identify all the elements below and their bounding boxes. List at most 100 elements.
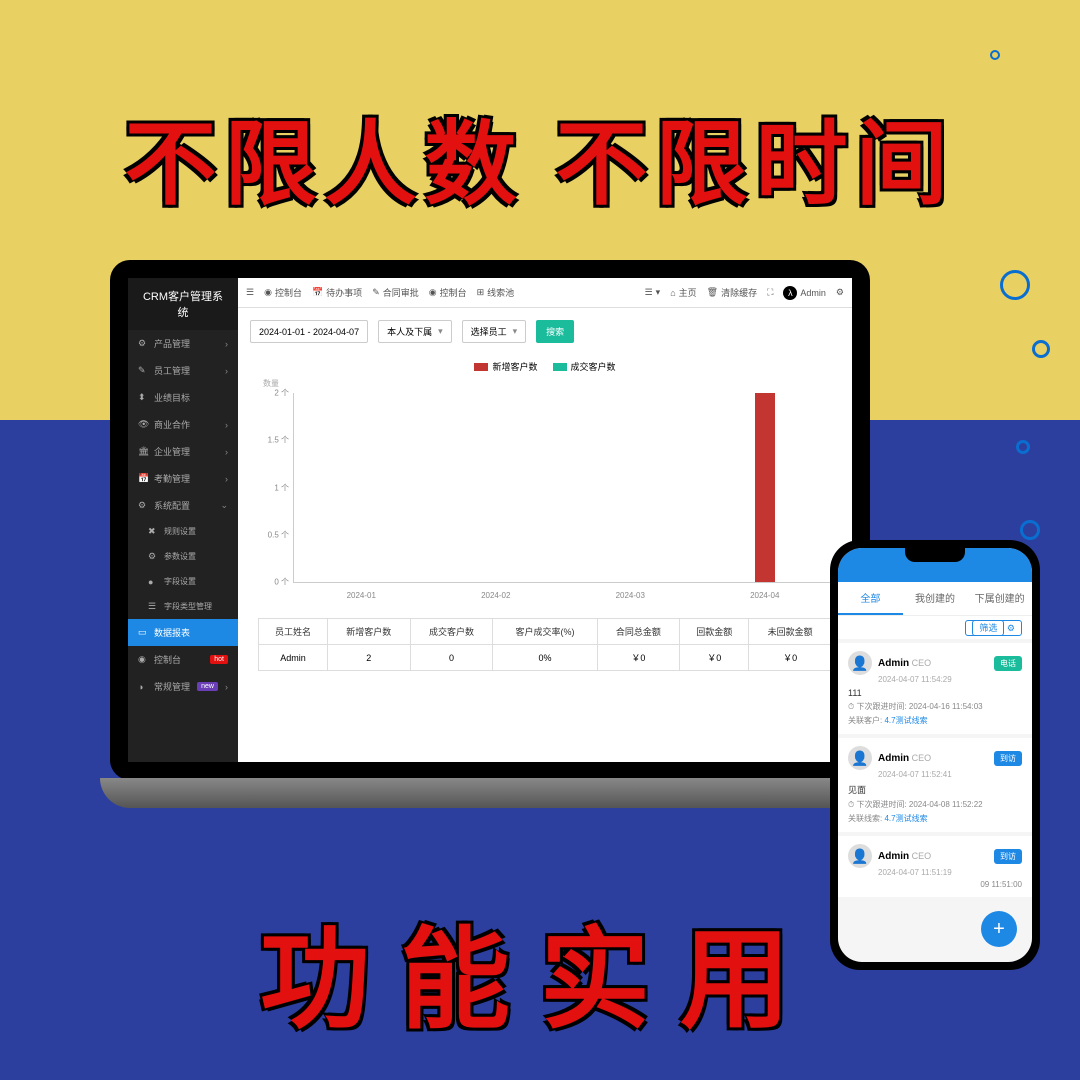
topbar-icon: 🗑 bbox=[707, 287, 718, 298]
chevron-icon: › bbox=[225, 420, 228, 430]
chevron-icon: ⌄ bbox=[220, 500, 228, 511]
decorative-circle bbox=[1016, 440, 1030, 454]
sidebar-label: 商业合作 bbox=[154, 418, 190, 431]
topbar-item[interactable]: ✎合同审批 bbox=[372, 286, 419, 299]
phone-tabs: 全部我创建的下属创建的 bbox=[838, 582, 1032, 616]
menu-icon: 👁 bbox=[138, 419, 148, 430]
status-tag: 到访 bbox=[994, 751, 1022, 766]
menu-icon: ◑ bbox=[138, 682, 148, 692]
topbar-icon: ⛶ bbox=[767, 287, 773, 298]
chart-bar bbox=[755, 393, 775, 582]
badge: hot bbox=[210, 655, 228, 664]
sidebar-item[interactable]: ⚙产品管理› bbox=[128, 330, 238, 357]
sidebar-item[interactable]: ⬍业绩目标 bbox=[128, 384, 238, 411]
avatar: 👤 bbox=[848, 746, 872, 770]
avatar: 👤 bbox=[848, 651, 872, 675]
sidebar-item[interactable]: 📅 考勤管理 › bbox=[128, 465, 238, 492]
sidebar-label: 字段类型管理 bbox=[164, 601, 212, 612]
topbar-item[interactable]: ⛶ bbox=[767, 287, 773, 298]
decorative-circle bbox=[1000, 270, 1030, 300]
topbar-item[interactable]: ◉控制台 bbox=[429, 286, 467, 299]
topbar-icon: ⌂ bbox=[670, 288, 675, 298]
sidebar-item[interactable]: ◉控制台hot bbox=[128, 646, 238, 673]
sidebar-item[interactable]: ⚙系统配置⌄ bbox=[128, 492, 238, 519]
sidebar-label: 数据报表 bbox=[154, 626, 190, 639]
data-table: 员工姓名新增客户数成交客户数客户成交率(%)合同总金额回款金额未回款金额 Adm… bbox=[258, 618, 832, 671]
add-button[interactable]: + bbox=[981, 911, 1017, 947]
headline-top: 不限人数 不限时间 bbox=[0, 90, 1080, 223]
sidebar-label: 控制台 bbox=[154, 653, 181, 666]
sidebar-label: 字段设置 bbox=[164, 576, 196, 587]
topbar-icon: ✎ bbox=[372, 287, 380, 298]
employee-select[interactable]: 选择员工▾ bbox=[462, 320, 527, 343]
sidebar-item[interactable]: 🏛企业管理› bbox=[128, 438, 238, 465]
sidebar-item[interactable]: ✖ 规则设置 bbox=[128, 519, 238, 544]
sidebar-item[interactable]: ◑ 常规管理 new › bbox=[128, 673, 238, 700]
phone-frame: 全部我创建的下属创建的 筛选 ⚙ 👤Admin CEO电话 2024-04-07… bbox=[830, 540, 1040, 970]
sidebar-item[interactable]: ✎员工管理› bbox=[128, 357, 238, 384]
chevron-icon: › bbox=[225, 447, 228, 457]
status-tag: 电话 bbox=[994, 656, 1022, 671]
menu-icon: ▭ bbox=[138, 627, 148, 638]
sidebar-label: 系统配置 bbox=[154, 499, 190, 512]
chevron-icon: › bbox=[225, 366, 228, 376]
sidebar-label: 规则设置 bbox=[164, 526, 196, 537]
table-row: Admin200%￥0￥0￥0 bbox=[259, 645, 832, 671]
sidebar-item[interactable]: 👁 商业合作 › bbox=[128, 411, 238, 438]
sidebar-label: 常规管理 bbox=[154, 680, 190, 693]
search-button[interactable]: 搜索 bbox=[536, 320, 574, 343]
decorative-circle bbox=[1032, 340, 1050, 358]
sidebar-label: 产品管理 bbox=[154, 337, 190, 350]
menu-icon: ✖ bbox=[148, 526, 158, 537]
sidebar-label: 考勤管理 bbox=[154, 472, 190, 485]
topbar-item[interactable]: ☰ bbox=[246, 287, 254, 298]
phone-tab[interactable]: 下属创建的 bbox=[967, 582, 1032, 615]
chevron-icon: › bbox=[225, 474, 228, 484]
topbar-icon: ⚙ bbox=[836, 287, 844, 298]
phone-tab[interactable]: 全部 bbox=[838, 582, 903, 615]
list-item[interactable]: 👤Admin CEO到访 2024-04-07 11:52:41 见面 ⏱ 下次… bbox=[838, 738, 1032, 832]
menu-icon: ☰ bbox=[148, 601, 158, 612]
badge: new bbox=[197, 682, 218, 691]
list-item[interactable]: 👤Admin CEO电话 2024-04-07 11:54:29 111 ⏱ 下… bbox=[838, 643, 1032, 734]
table-header: 客户成交率(%) bbox=[493, 619, 597, 645]
topbar-icon: ◉ bbox=[429, 287, 437, 298]
topbar-icon: 📅 bbox=[312, 287, 323, 298]
sidebar-label: 业绩目标 bbox=[154, 391, 190, 404]
topbar-item[interactable]: ⚙ bbox=[836, 287, 844, 298]
table-header: 未回款金额 bbox=[749, 619, 832, 645]
sidebar-item[interactable]: ●字段设置 bbox=[128, 569, 238, 594]
topbar-item[interactable]: 🗑清除缓存 bbox=[707, 286, 757, 299]
topbar-item[interactable]: 📅待办事项 bbox=[312, 286, 362, 299]
app-title: CRM客户管理系统 bbox=[128, 278, 238, 330]
sidebar-item[interactable]: ▭ 数据报表 bbox=[128, 619, 238, 646]
menu-icon: ⚙ bbox=[138, 338, 148, 349]
chevron-icon: › bbox=[225, 682, 228, 692]
sidebar-label: 参数设置 bbox=[164, 551, 196, 562]
table-header: 员工姓名 bbox=[259, 619, 328, 645]
table-header: 成交客户数 bbox=[410, 619, 493, 645]
table-header: 回款金额 bbox=[680, 619, 749, 645]
scope-select[interactable]: 本人及下属▾ bbox=[378, 320, 452, 343]
topbar-item[interactable]: ☰▾ bbox=[645, 287, 661, 298]
decorative-circle bbox=[1020, 520, 1040, 540]
status-tag: 到访 bbox=[994, 849, 1022, 864]
topbar-icon: ⊞ bbox=[477, 287, 485, 298]
menu-icon: 📅 bbox=[138, 473, 148, 484]
menu-icon: ⚙ bbox=[148, 551, 158, 562]
sidebar: CRM客户管理系统 ⚙产品管理›✎员工管理›⬍业绩目标👁商业合作›🏛企业管理›📅… bbox=[128, 278, 238, 762]
sidebar-item[interactable]: ⚙ 参数设置 bbox=[128, 544, 238, 569]
sidebar-item[interactable]: ☰ 字段类型管理 bbox=[128, 594, 238, 619]
phone-tab[interactable]: 我创建的 bbox=[903, 582, 968, 615]
filter-button[interactable]: 筛选 ⚙ bbox=[838, 616, 1032, 639]
sidebar-label: 企业管理 bbox=[154, 445, 190, 458]
topbar-item[interactable]: ⌂主页 bbox=[670, 286, 696, 299]
topbar-item[interactable]: ⊞线索池 bbox=[477, 286, 515, 299]
chart-legend: 新增客户数 成交客户数 bbox=[238, 355, 852, 378]
list-item[interactable]: 👤Admin CEO到访 2024-04-07 11:51:19 09 11:5… bbox=[838, 836, 1032, 897]
table-header: 合同总金额 bbox=[597, 619, 680, 645]
topbar-item[interactable]: ◉控制台 bbox=[264, 286, 302, 299]
topbar-item[interactable]: λAdmin bbox=[783, 286, 826, 300]
date-range-input[interactable]: 2024-01-01 - 2024-04-07 bbox=[250, 320, 368, 343]
decorative-circle bbox=[990, 50, 1000, 60]
